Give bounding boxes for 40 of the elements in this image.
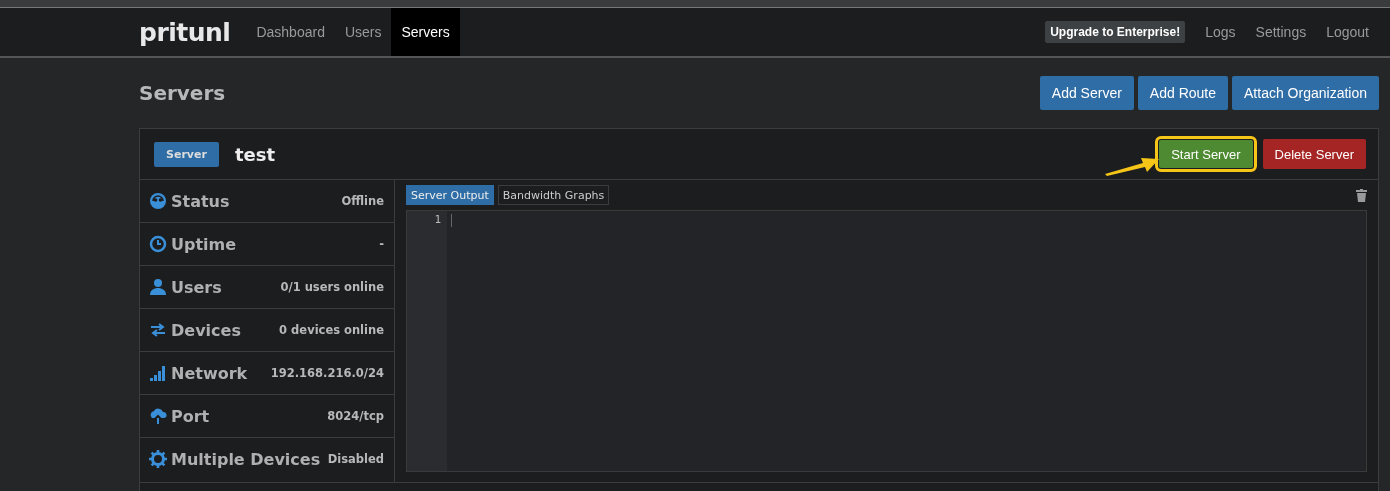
stat-value: 0 devices online <box>279 323 384 337</box>
stat-value: Offline <box>341 194 384 208</box>
action-button[interactable]: Attach Organization <box>1232 76 1379 110</box>
nav-link[interactable]: Servers <box>391 8 460 56</box>
clock-icon <box>149 235 167 253</box>
delete-server-button[interactable]: Delete Server <box>1262 139 1366 169</box>
stat-label: Uptime <box>171 234 237 254</box>
stat-label: Devices <box>171 320 241 340</box>
nav-link[interactable]: Settings <box>1245 8 1317 56</box>
nav-link[interactable]: Users <box>334 8 392 56</box>
gear-icon <box>149 450 167 468</box>
server-badge: Server <box>154 141 219 167</box>
line-number: 1 <box>434 213 441 226</box>
stat-value: 0/1 users online <box>280 280 384 294</box>
trash-icon[interactable] <box>1356 188 1367 202</box>
action-button[interactable]: Add Server <box>1039 76 1134 110</box>
upgrade-badge[interactable]: Upgrade to Enterprise! <box>1045 21 1186 43</box>
person-icon <box>149 278 167 296</box>
stat-value: - <box>379 237 384 251</box>
swap-arrows-icon <box>149 321 167 339</box>
server-name: test <box>234 143 275 165</box>
signal-bars-icon <box>149 364 167 382</box>
action-button[interactable]: Add Route <box>1137 76 1229 110</box>
output-tab[interactable]: Server Output <box>406 185 494 205</box>
stat-label: Users <box>171 277 222 297</box>
nav-link[interactable]: Dashboard <box>246 8 335 56</box>
output-tab[interactable]: Bandwidth Graphs <box>497 185 610 205</box>
page-title: Servers <box>139 81 226 105</box>
stat-value: 8024/tcp <box>327 409 384 423</box>
stat-label: Status <box>171 191 230 211</box>
nav-link[interactable]: Logout <box>1316 8 1379 56</box>
stat-label: Multiple Devices <box>171 449 321 469</box>
brand-logo[interactable]: pritunl <box>139 17 231 47</box>
stat-label: Port <box>171 406 210 426</box>
stat-value: Disabled <box>327 452 384 466</box>
stat-value: 192.168.216.0/24 <box>270 366 384 380</box>
stat-label: Network <box>171 363 248 383</box>
nav-link[interactable]: Logs <box>1195 8 1246 56</box>
output-editor[interactable]: 1 <box>406 210 1367 472</box>
cloud-upload-icon <box>149 407 167 425</box>
